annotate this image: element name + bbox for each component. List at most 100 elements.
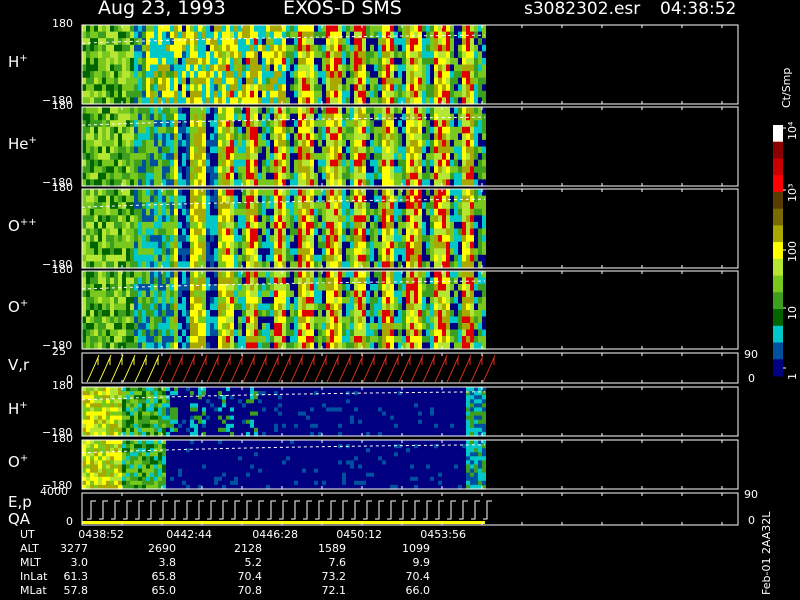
heatmap-cell bbox=[114, 303, 118, 311]
heatmap-cell bbox=[246, 166, 250, 174]
heatmap-cell bbox=[422, 120, 426, 128]
heatmap-cell bbox=[122, 77, 126, 85]
heatmap-cell bbox=[318, 316, 322, 324]
heatmap-cell bbox=[394, 51, 398, 59]
heatmap-cell bbox=[202, 172, 206, 180]
heatmap-cell bbox=[90, 25, 94, 33]
heatmap-cell bbox=[114, 235, 118, 243]
heatmap-cell bbox=[414, 38, 418, 46]
heatmap-cell bbox=[238, 336, 242, 344]
heatmap-cell bbox=[190, 133, 194, 141]
heatmap-cell bbox=[286, 189, 290, 197]
heatmap-cell bbox=[122, 254, 126, 262]
heatmap-cell bbox=[366, 126, 370, 134]
heatmap-cell bbox=[134, 133, 138, 141]
heatmap-cell bbox=[390, 277, 394, 285]
heatmap-cell bbox=[346, 139, 350, 148]
heatmap-cell bbox=[146, 172, 150, 180]
heatmap-cell bbox=[150, 38, 154, 46]
heatmap-cell bbox=[266, 172, 270, 180]
heatmap-cell bbox=[214, 208, 218, 216]
heatmap-cell bbox=[438, 336, 442, 344]
heatmap-cell bbox=[482, 215, 486, 223]
heatmap-cell bbox=[382, 146, 386, 154]
heatmap-cell bbox=[102, 139, 106, 148]
heatmap-cell bbox=[214, 310, 218, 318]
heatmap-cell bbox=[134, 166, 138, 174]
heatmap-cell bbox=[434, 228, 438, 236]
heatmap-cell bbox=[478, 139, 482, 148]
heatmap-cell bbox=[322, 57, 326, 66]
heatmap-cell bbox=[374, 323, 378, 331]
heatmap-cell bbox=[170, 166, 174, 174]
heatmap-cell bbox=[218, 153, 222, 161]
heatmap-cell bbox=[230, 202, 234, 210]
heatmap-cell bbox=[246, 195, 250, 203]
heatmap-cell bbox=[294, 38, 298, 46]
heatmap-cell bbox=[130, 107, 134, 115]
heatmap-cell bbox=[138, 323, 142, 331]
heatmap-cell bbox=[94, 254, 98, 262]
heatmap-cell bbox=[422, 139, 426, 148]
heatmap-cell bbox=[126, 57, 130, 66]
heatmap-cell bbox=[114, 166, 118, 174]
heatmap-cell bbox=[238, 310, 242, 318]
heatmap-cell bbox=[458, 248, 462, 256]
heatmap-cell bbox=[406, 303, 410, 311]
heatmap-cell bbox=[142, 310, 146, 318]
heatmap-cell bbox=[442, 235, 446, 243]
heatmap-cell bbox=[198, 126, 202, 134]
heatmap-cell bbox=[238, 77, 242, 85]
heatmap-cell bbox=[422, 241, 426, 249]
heatmap-cell bbox=[278, 323, 282, 331]
heatmap-cell bbox=[446, 310, 450, 318]
heatmap-cell bbox=[118, 166, 122, 174]
heatmap-cell bbox=[118, 427, 122, 433]
heatmap-cell bbox=[262, 71, 266, 79]
heatmap-cell bbox=[482, 77, 486, 85]
heatmap-cell bbox=[362, 316, 366, 324]
heatmap-cell bbox=[174, 303, 178, 311]
heatmap-cell bbox=[314, 235, 318, 243]
heatmap-cell bbox=[158, 248, 162, 256]
heatmap-cell bbox=[86, 297, 90, 305]
heatmap-cell bbox=[342, 284, 346, 292]
heatmap-cell bbox=[210, 172, 214, 180]
heatmap-cell bbox=[202, 153, 206, 161]
heatmap-cell bbox=[234, 113, 238, 121]
heatmap-cell bbox=[106, 399, 110, 404]
heatmap-cell bbox=[350, 323, 354, 331]
heatmap-cell bbox=[326, 153, 330, 161]
heatmap-cell bbox=[410, 159, 414, 167]
heatmap-cell bbox=[406, 271, 410, 279]
heatmap-cell bbox=[410, 44, 414, 52]
heatmap-cell bbox=[98, 208, 102, 216]
heatmap-cell bbox=[242, 277, 246, 285]
heatmap-cell bbox=[414, 120, 418, 128]
heatmap-cell bbox=[398, 316, 402, 324]
heatmap-cell bbox=[146, 241, 150, 249]
heatmap-cell bbox=[102, 427, 106, 433]
heatmap-cell bbox=[310, 139, 314, 148]
heatmap-cell bbox=[362, 107, 366, 115]
heatmap-cell bbox=[154, 113, 158, 121]
heatmap-cell bbox=[198, 166, 202, 174]
heatmap-cell bbox=[322, 113, 326, 121]
heatmap-cell bbox=[378, 90, 382, 98]
heatmap-cell bbox=[126, 235, 130, 243]
heatmap-cell bbox=[90, 284, 94, 292]
heatmap-cell bbox=[166, 31, 170, 39]
heatmap-cell bbox=[362, 172, 366, 180]
heatmap-cell bbox=[470, 166, 474, 174]
heatmap-cell bbox=[302, 44, 306, 52]
heatmap-cell bbox=[214, 336, 218, 344]
heatmap-cell bbox=[354, 241, 358, 249]
heatmap-cell bbox=[190, 31, 194, 39]
heatmap-cell bbox=[90, 159, 94, 167]
heatmap-cell bbox=[434, 323, 438, 331]
heatmap-cell bbox=[322, 323, 326, 331]
heatmap-cell bbox=[178, 254, 182, 262]
heatmap-cell bbox=[478, 84, 482, 92]
heatmap-cell bbox=[202, 323, 206, 331]
heatmap-cell bbox=[130, 316, 134, 324]
